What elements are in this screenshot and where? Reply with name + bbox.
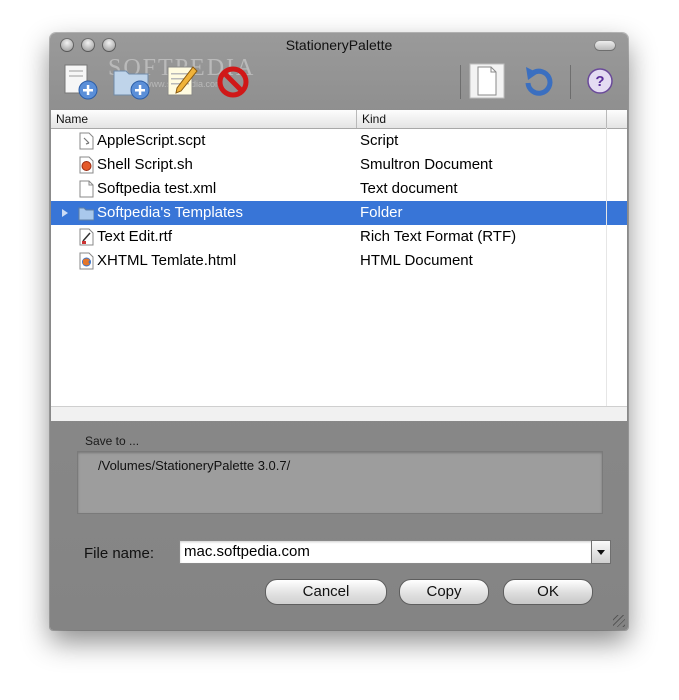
- file-name: Text Edit.rtf: [97, 228, 173, 245]
- column-header-kind[interactable]: Kind: [362, 112, 386, 126]
- list-item[interactable]: Shell Script.sh Smultron Document: [51, 153, 627, 177]
- list-header: Name Kind: [51, 110, 627, 129]
- file-name-label: File name:: [84, 545, 155, 562]
- toolbar-toggle-button[interactable]: [594, 40, 616, 51]
- list-item[interactable]: AppleScript.scpt Script: [51, 129, 627, 153]
- new-folder-plus-icon: [113, 70, 150, 100]
- file-kind: HTML Document: [360, 252, 473, 269]
- preview-button[interactable]: [466, 61, 508, 101]
- column-header-name[interactable]: Name: [56, 112, 88, 126]
- shell-script-file-icon: [79, 156, 94, 174]
- window-title: StationeryPalette: [285, 37, 393, 53]
- toolbar: SOFTPEDIA www.softpedia.com: [50, 55, 628, 109]
- help-icon: ?: [587, 68, 613, 94]
- file-kind: Text document: [360, 180, 458, 197]
- folder-icon: [78, 207, 94, 221]
- list-item-selected[interactable]: Softpedia's Templates Folder: [51, 201, 627, 225]
- applescript-file-icon: [79, 132, 94, 150]
- toolbar-separator: [460, 65, 461, 99]
- stationery-list[interactable]: Name Kind AppleScript.scpt Script Shell …: [51, 110, 627, 421]
- vertical-scrollbar-track[interactable]: [606, 128, 607, 407]
- file-name: Shell Script.sh: [97, 156, 193, 173]
- file-kind: Smultron Document: [360, 156, 493, 173]
- pencil-notepad-icon: [167, 66, 198, 96]
- file-kind: Rich Text Format (RTF): [360, 228, 517, 245]
- svg-text:?: ?: [595, 73, 604, 90]
- new-file-plus-icon: [64, 64, 98, 100]
- new-folder-button[interactable]: [108, 61, 156, 101]
- resize-grip[interactable]: [613, 615, 625, 627]
- refresh-button[interactable]: [516, 61, 560, 101]
- text-file-icon: [79, 180, 94, 198]
- file-kind: Folder: [360, 204, 403, 221]
- document-icon: [469, 63, 505, 99]
- file-name: AppleScript.scpt: [97, 132, 206, 149]
- title-bar[interactable]: StationeryPalette: [50, 33, 628, 57]
- list-item[interactable]: Text Edit.rtf Rich Text Format (RTF): [51, 225, 627, 249]
- save-path-box: /Volumes/StationeryPalette 3.0.7/: [77, 451, 603, 514]
- edit-button[interactable]: [162, 61, 202, 101]
- column-divider[interactable]: [356, 110, 357, 128]
- file-name-input[interactable]: mac.softpedia.com: [179, 540, 593, 564]
- file-name: Softpedia test.xml: [97, 180, 217, 197]
- rtf-file-icon: [79, 228, 94, 246]
- file-kind: Script: [360, 132, 399, 149]
- new-stationery-button[interactable]: [58, 61, 102, 101]
- file-name: XHTML Temlate.html: [97, 252, 237, 269]
- column-divider[interactable]: [606, 110, 607, 128]
- ok-button[interactable]: OK: [503, 579, 593, 605]
- save-to-label: Save to ...: [85, 434, 140, 448]
- refresh-icon: [525, 67, 553, 96]
- disclosure-triangle-icon[interactable]: [62, 209, 68, 217]
- file-name-dropdown-button[interactable]: [591, 540, 611, 564]
- help-button[interactable]: ?: [580, 61, 620, 101]
- stationery-palette-window: StationeryPalette SOFTPEDIA www.softpedi…: [50, 33, 628, 630]
- toolbar-separator: [570, 65, 571, 99]
- copy-button[interactable]: Copy: [399, 579, 489, 605]
- file-name-value: mac.softpedia.com: [184, 543, 310, 560]
- cancel-button[interactable]: Cancel: [265, 579, 387, 605]
- list-item[interactable]: XHTML Temlate.html HTML Document: [51, 249, 627, 273]
- file-name: Softpedia's Templates: [97, 204, 244, 221]
- html-file-icon: [79, 252, 94, 270]
- remove-button[interactable]: [210, 61, 256, 101]
- list-item[interactable]: Softpedia test.xml Text document: [51, 177, 627, 201]
- chevron-down-icon: [597, 550, 605, 555]
- save-path: /Volumes/StationeryPalette 3.0.7/: [98, 458, 291, 473]
- prohibited-icon: [217, 66, 249, 98]
- horizontal-scrollbar[interactable]: [51, 406, 627, 421]
